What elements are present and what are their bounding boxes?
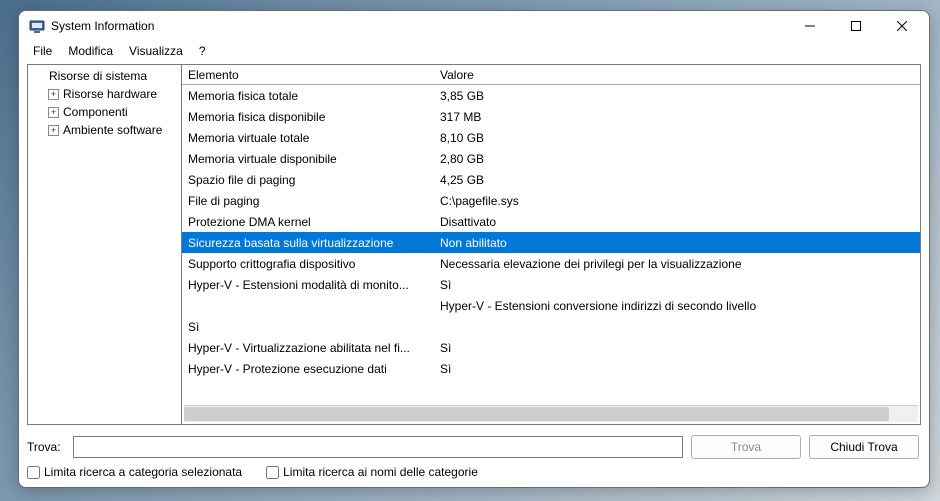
list-row[interactable]: Memoria virtuale disponibile2,80 GB [182, 148, 920, 169]
cell-element: Sì [182, 320, 436, 334]
cell-value: 317 MB [436, 110, 920, 124]
list-row[interactable]: Protezione DMA kernelDisattivato [182, 211, 920, 232]
limit-category-label: Limita ricerca a categoria selezionata [44, 465, 242, 479]
find-options: Limita ricerca a categoria selezionata L… [19, 461, 929, 487]
scrollbar-thumb[interactable] [184, 407, 889, 421]
limit-names-check[interactable]: Limita ricerca ai nomi delle categorie [266, 465, 478, 479]
limit-category-check[interactable]: Limita ricerca a categoria selezionata [27, 465, 242, 479]
app-icon [29, 18, 45, 34]
list-row[interactable]: Memoria fisica totale3,85 GB [182, 85, 920, 106]
tree-item-label: Componenti [63, 105, 128, 119]
cell-value: Disattivato [436, 215, 920, 229]
list-body[interactable]: Memoria fisica totale3,85 GBMemoria fisi… [182, 85, 920, 405]
close-find-button[interactable]: Chiudi Trova [809, 435, 919, 459]
expand-icon[interactable]: + [48, 125, 59, 136]
cell-value: Sì [436, 362, 920, 376]
horizontal-scrollbar[interactable] [184, 405, 918, 422]
cell-value: 4,25 GB [436, 173, 920, 187]
cell-value: Sì [436, 278, 920, 292]
cell-value: 2,80 GB [436, 152, 920, 166]
expand-icon[interactable]: + [48, 107, 59, 118]
system-information-window: System Information File Modifica Visuali… [18, 10, 930, 488]
header-value[interactable]: Valore [436, 68, 920, 82]
cell-value: Sì [436, 341, 920, 355]
tree-item-label: Risorse hardware [63, 87, 157, 101]
close-button[interactable] [879, 11, 925, 41]
tree-item-components[interactable]: + Componenti [28, 103, 181, 121]
content-area: Risorse di sistema + Risorse hardware + … [27, 64, 921, 425]
tree-item-hardware[interactable]: + Risorse hardware [28, 85, 181, 103]
cell-element: Hyper-V - Virtualizzazione abilitata nel… [182, 341, 436, 355]
cell-element: Memoria fisica totale [182, 89, 436, 103]
menubar: File Modifica Visualizza ? [19, 41, 929, 61]
menu-view[interactable]: Visualizza [121, 42, 191, 60]
list-row[interactable]: Hyper-V - Estensioni conversione indiriz… [182, 295, 920, 316]
cell-element: File di paging [182, 194, 436, 208]
limit-names-checkbox[interactable] [266, 466, 279, 479]
limit-names-label: Limita ricerca ai nomi delle categorie [283, 465, 478, 479]
tree-item-software-env[interactable]: + Ambiente software [28, 121, 181, 139]
list-row[interactable]: Memoria virtuale totale8,10 GB [182, 127, 920, 148]
list-row[interactable]: Hyper-V - Estensioni modalità di monito.… [182, 274, 920, 295]
menu-edit[interactable]: Modifica [60, 42, 121, 60]
category-tree[interactable]: Risorse di sistema + Risorse hardware + … [28, 65, 182, 424]
list-row[interactable]: Hyper-V - Protezione esecuzione datiSì [182, 358, 920, 379]
find-button[interactable]: Trova [691, 435, 801, 459]
cell-element: Sicurezza basata sulla virtualizzazione [182, 236, 436, 250]
tree-root[interactable]: Risorse di sistema [28, 67, 181, 85]
list-header[interactable]: Elemento Valore [182, 65, 920, 85]
cell-element: Memoria virtuale totale [182, 131, 436, 145]
menu-help[interactable]: ? [191, 42, 214, 60]
cell-element: Memoria virtuale disponibile [182, 152, 436, 166]
cell-value: Hyper-V - Estensioni conversione indiriz… [436, 299, 920, 313]
find-input[interactable] [73, 436, 683, 458]
tree-item-label: Ambiente software [63, 123, 162, 137]
find-bar: Trova: Trova Chiudi Trova [19, 429, 929, 461]
expand-icon[interactable]: + [48, 89, 59, 100]
menu-file[interactable]: File [25, 42, 60, 60]
header-element[interactable]: Elemento [182, 68, 436, 82]
list-row[interactable]: Memoria fisica disponibile317 MB [182, 106, 920, 127]
list-row[interactable]: Spazio file di paging4,25 GB [182, 169, 920, 190]
titlebar[interactable]: System Information [19, 11, 929, 41]
cell-value: Non abilitato [436, 236, 920, 250]
cell-element: Spazio file di paging [182, 173, 436, 187]
cell-element: Memoria fisica disponibile [182, 110, 436, 124]
window-title: System Information [51, 19, 787, 33]
cell-value: Necessaria elevazione dei privilegi per … [436, 257, 920, 271]
minimize-button[interactable] [787, 11, 833, 41]
cell-element: Hyper-V - Protezione esecuzione dati [182, 362, 436, 376]
cell-element: Hyper-V - Estensioni modalità di monito.… [182, 278, 436, 292]
maximize-button[interactable] [833, 11, 879, 41]
cell-value: 8,10 GB [436, 131, 920, 145]
list-row[interactable]: Sì [182, 316, 920, 337]
cell-value: C:\pagefile.sys [436, 194, 920, 208]
list-row[interactable]: Supporto crittografia dispositivoNecessa… [182, 253, 920, 274]
find-label: Trova: [27, 440, 65, 454]
cell-element: Supporto crittografia dispositivo [182, 257, 436, 271]
window-controls [787, 11, 925, 41]
cell-element: Protezione DMA kernel [182, 215, 436, 229]
limit-category-checkbox[interactable] [27, 466, 40, 479]
tree-root-label: Risorse di sistema [49, 69, 147, 83]
list-row[interactable]: Hyper-V - Virtualizzazione abilitata nel… [182, 337, 920, 358]
list-row[interactable]: File di pagingC:\pagefile.sys [182, 190, 920, 211]
cell-value: 3,85 GB [436, 89, 920, 103]
details-list: Elemento Valore Memoria fisica totale3,8… [182, 65, 920, 424]
list-row[interactable]: Sicurezza basata sulla virtualizzazioneN… [182, 232, 920, 253]
